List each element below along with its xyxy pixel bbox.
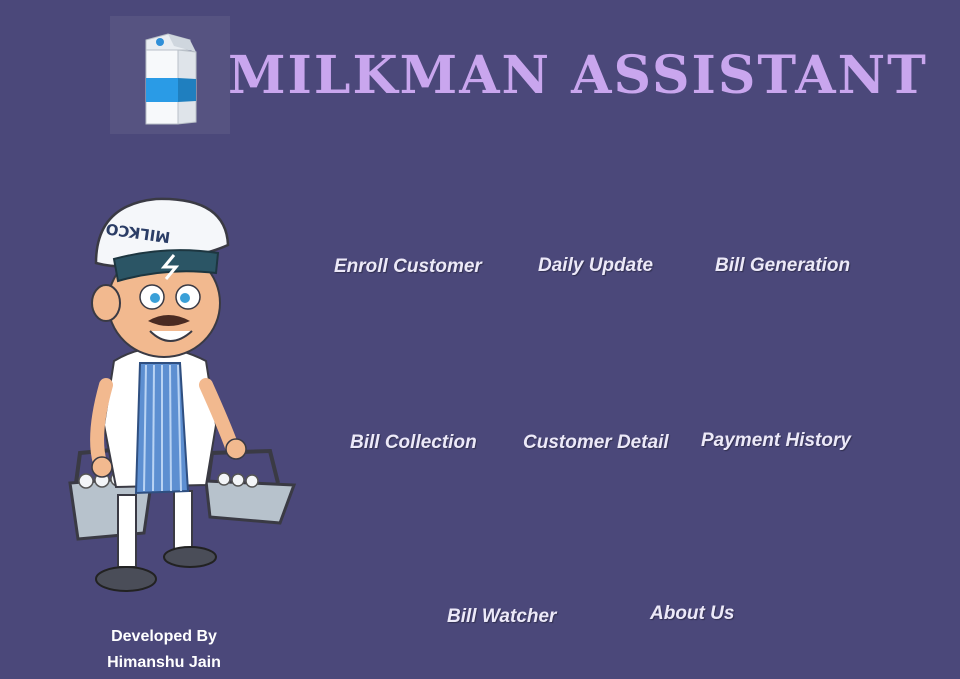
credit-line-1: Developed By — [111, 628, 217, 645]
main-window: MILKMAN ASSISTANT MILKCO Enroll Customer… — [0, 0, 960, 679]
right-crate-icon — [204, 448, 297, 525]
bill-collection-link[interactable]: Bill Collection — [350, 432, 477, 454]
customer-detail-link[interactable]: Customer Detail — [523, 432, 669, 454]
credit-line-2: Himanshu Jain — [107, 654, 221, 671]
payment-history-link[interactable]: Payment History — [701, 430, 851, 452]
enroll-customer-link[interactable]: Enroll Customer — [334, 256, 482, 278]
milkman-illustration: MILKCO — [56, 185, 306, 605]
about-us-link[interactable]: About Us — [650, 603, 734, 625]
bill-generation-link[interactable]: Bill Generation — [715, 255, 850, 277]
developer-credit: Developed By Himanshu Jain — [96, 624, 232, 676]
bill-watcher-link[interactable]: Bill Watcher — [447, 606, 556, 628]
milk-carton-icon — [110, 16, 230, 134]
daily-update-link[interactable]: Daily Update — [538, 255, 653, 277]
app-title: MILKMAN ASSISTANT — [228, 45, 928, 106]
